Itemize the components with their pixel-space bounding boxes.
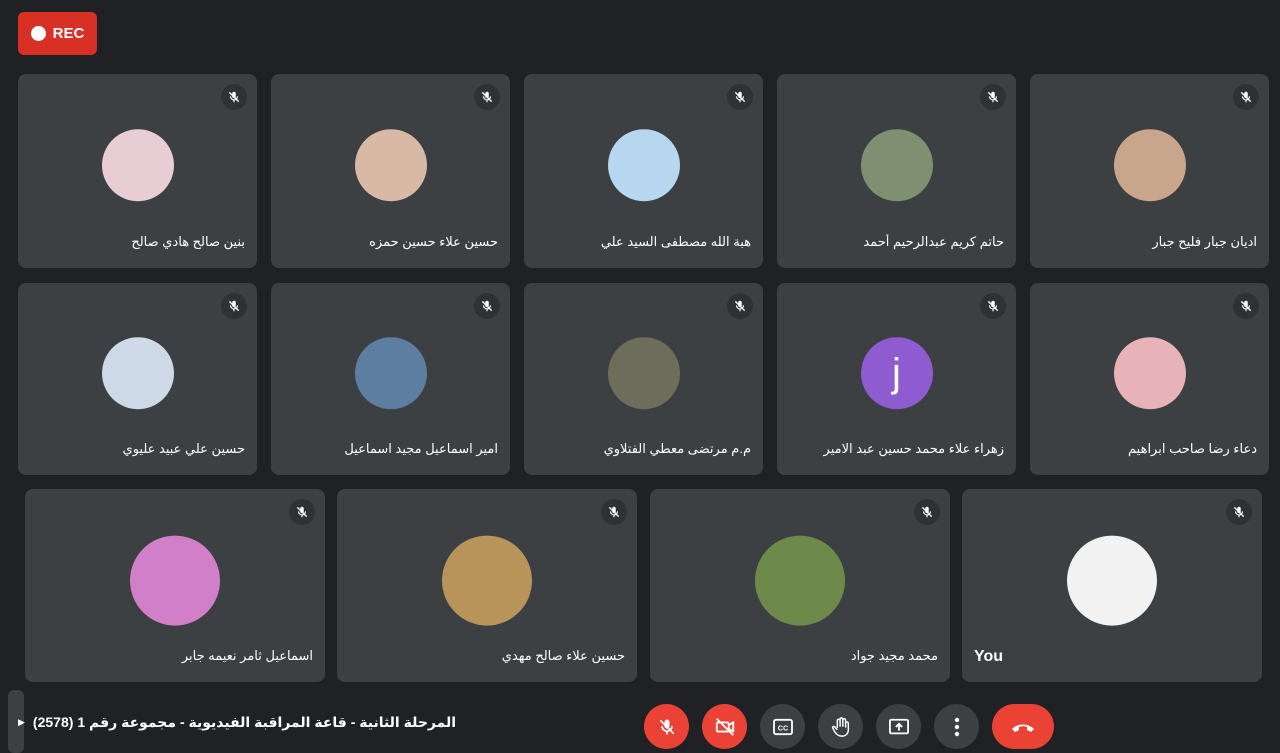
raise-hand-button[interactable] — [818, 704, 863, 749]
recording-indicator: REC — [18, 12, 97, 55]
mic-muted-icon — [980, 293, 1006, 319]
participant-tile[interactable]: اسماعيل ثامر نعيمه جابر — [25, 489, 325, 682]
mic-off-icon — [659, 719, 674, 734]
participant-tile[interactable]: دعاء رضا صاحب ابراهيم — [1030, 283, 1269, 475]
meeting-title: المرحلة الثانية - قاعة المراقبة الفيديوي… — [32, 714, 457, 730]
caret-right-icon: ▶ — [18, 717, 25, 727]
participant-avatar — [354, 337, 427, 410]
self-tile[interactable]: You — [962, 489, 1262, 682]
participant-avatar — [442, 535, 532, 626]
participant-avatar — [101, 129, 174, 202]
participant-avatar — [860, 129, 933, 202]
participant-name: محمد مجيد جواد — [850, 648, 938, 663]
more-options-button[interactable] — [934, 704, 979, 749]
participant-name: امير اسماعيل مجيد اسماعيل — [344, 441, 498, 456]
more-options-icon — [954, 717, 959, 736]
mic-muted-icon — [1226, 499, 1252, 525]
participant-avatar — [755, 535, 845, 626]
participant-tile[interactable]: امير اسماعيل مجيد اسماعيل — [271, 283, 510, 475]
call-controls: CC — [644, 704, 1054, 749]
present-now-button[interactable] — [876, 704, 921, 749]
participant-name: بنين صالح هادي صالح — [131, 234, 245, 249]
mic-toggle-button[interactable] — [644, 704, 689, 749]
participant-name: دعاء رضا صاحب ابراهيم — [1128, 441, 1257, 456]
participant-tile[interactable]: حسين علاء صالح مهدي — [337, 489, 637, 682]
participant-tile[interactable]: حسين علي عبيد عليوي — [18, 283, 257, 475]
mic-muted-icon — [914, 499, 940, 525]
record-dot-icon — [30, 26, 46, 41]
participant-name: حسين علاء حسين حمزه — [369, 234, 498, 249]
participant-tile[interactable]: اديان جبار فليح جبار — [1030, 74, 1269, 268]
participant-avatar — [101, 337, 174, 410]
mic-muted-icon — [474, 293, 500, 319]
svg-text:CC: CC — [777, 723, 787, 732]
self-avatar — [1067, 535, 1157, 626]
camera-off-icon — [715, 717, 734, 736]
end-call-icon — [1012, 724, 1034, 732]
participant-tile[interactable]: محمد مجيد جواد — [650, 489, 950, 682]
participant-tile[interactable]: j زهراء علاء محمد حسين عبد الامير — [777, 283, 1016, 475]
participant-avatar — [354, 129, 427, 202]
participant-tile[interactable]: بنين صالح هادي صالح — [18, 74, 257, 268]
captions-button[interactable]: CC — [760, 704, 805, 749]
participant-name: حسين علي عبيد عليوي — [122, 441, 245, 456]
participant-avatar — [1113, 337, 1186, 410]
participant-avatar — [607, 337, 680, 410]
leave-call-button[interactable] — [992, 704, 1054, 749]
participant-tile[interactable]: حسين علاء حسين حمزه — [271, 74, 510, 268]
mic-muted-icon — [727, 293, 753, 319]
mic-muted-icon — [980, 84, 1006, 110]
participant-name: حاتم كريم عبدالرحيم أحمد — [863, 234, 1004, 249]
participant-tile[interactable]: هبة الله مصطفى السيد علي — [524, 74, 763, 268]
participant-avatar — [1113, 129, 1186, 202]
participant-avatar — [607, 129, 680, 202]
mic-muted-icon — [1233, 293, 1259, 319]
participant-name: هبة الله مصطفى السيد علي — [600, 234, 751, 249]
camera-toggle-button[interactable] — [702, 704, 747, 749]
mic-muted-icon — [727, 84, 753, 110]
participant-name: حسين علاء صالح مهدي — [501, 648, 625, 663]
participant-avatar — [130, 535, 220, 626]
participant-name: زهراء علاء محمد حسين عبد الامير — [823, 441, 1004, 456]
mic-muted-icon — [289, 499, 315, 525]
participant-tile[interactable]: حاتم كريم عبدالرحيم أحمد — [777, 74, 1016, 268]
present-screen-icon — [888, 718, 909, 734]
participant-name: اسماعيل ثامر نعيمه جابر — [181, 648, 313, 663]
mic-muted-icon — [221, 293, 247, 319]
participant-avatar-letter: j — [860, 337, 933, 410]
mic-muted-icon — [601, 499, 627, 525]
mic-muted-icon — [474, 84, 500, 110]
participant-name: اديان جبار فليح جبار — [1152, 234, 1257, 249]
mic-muted-icon — [221, 84, 247, 110]
participant-name: م.م مرتضى معطي الفتلاوي — [603, 441, 751, 456]
raise-hand-icon — [831, 716, 849, 737]
self-name: You — [974, 648, 1004, 665]
participant-tile[interactable]: م.م مرتضى معطي الفتلاوي — [524, 283, 763, 475]
recording-label: REC — [52, 25, 85, 42]
meeting-details[interactable]: ▶ المرحلة الثانية - قاعة المراقبة الفيدي… — [18, 714, 456, 731]
mic-muted-icon — [1233, 84, 1259, 110]
captions-icon: CC — [772, 718, 793, 735]
